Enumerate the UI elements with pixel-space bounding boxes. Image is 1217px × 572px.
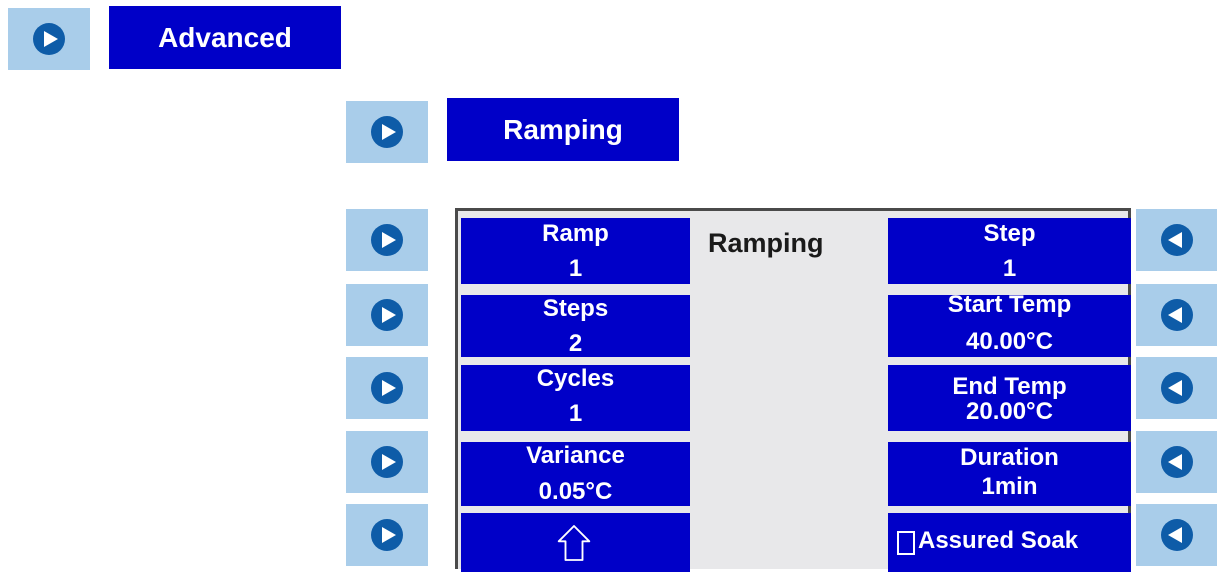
play-right-icon: [371, 519, 403, 551]
start-temp-value: 40.00°C: [966, 328, 1053, 355]
variance-field[interactable]: Variance 0.05°C: [461, 442, 690, 506]
play-left-icon: [1160, 224, 1193, 256]
cycles-value: 1: [568, 400, 583, 427]
advanced-button-label: Advanced: [158, 21, 292, 53]
duration-field[interactable]: Duration 1min: [888, 442, 1131, 506]
step-field[interactable]: Step 1: [888, 218, 1131, 284]
end-temp-value: 20.00°C: [966, 398, 1053, 425]
duration-value: 1min: [981, 473, 1038, 500]
right-arrow-button-4[interactable]: [1136, 431, 1217, 493]
ramping-screen: Ramping Ramp 1 Steps 2 Cycles 1 Variance…: [455, 208, 1131, 572]
advanced-button[interactable]: Advanced: [109, 6, 341, 69]
home-button[interactable]: [461, 513, 690, 572]
left-arrow-button-2[interactable]: [346, 284, 428, 346]
play-right-icon: [371, 372, 403, 404]
cycles-label: Cycles: [536, 365, 615, 392]
play-right-icon: [371, 299, 403, 331]
assured-soak-toggle[interactable]: Assured Soak: [888, 513, 1131, 572]
steps-value: 2: [568, 330, 583, 357]
advanced-play-button[interactable]: [8, 8, 90, 70]
left-arrow-button-1[interactable]: [346, 209, 428, 271]
play-left-icon: [1160, 372, 1193, 404]
assured-soak-label: Assured Soak: [918, 527, 1079, 554]
play-right-icon: [371, 446, 403, 478]
ramping-button-label: Ramping: [503, 113, 623, 145]
start-temp-field[interactable]: Start Temp 40.00°C: [888, 291, 1131, 357]
ramping-button[interactable]: Ramping: [447, 98, 679, 161]
ramping-play-button[interactable]: [346, 101, 428, 163]
play-right-icon: [371, 116, 403, 148]
cycles-field[interactable]: Cycles 1: [461, 365, 690, 431]
variance-label: Variance: [526, 442, 625, 469]
left-arrow-button-5[interactable]: [346, 504, 428, 566]
play-right-icon: [33, 23, 65, 55]
right-arrow-button-3[interactable]: [1136, 357, 1217, 419]
right-arrow-button-2[interactable]: [1136, 284, 1217, 346]
home-arrow-up-icon: [557, 525, 591, 561]
right-arrow-button-1[interactable]: [1136, 209, 1217, 271]
right-arrow-button-5[interactable]: [1136, 504, 1217, 566]
step-label: Step: [983, 220, 1036, 247]
left-arrow-button-4[interactable]: [346, 431, 428, 493]
step-value: 1: [1002, 255, 1017, 282]
assured-soak-checkbox[interactable]: [897, 531, 915, 555]
ramp-field[interactable]: Ramp 1: [461, 218, 690, 284]
ramp-label: Ramp: [542, 220, 609, 247]
steps-field[interactable]: Steps 2: [461, 295, 690, 357]
duration-label: Duration: [960, 444, 1059, 471]
play-left-icon: [1160, 446, 1193, 478]
play-left-icon: [1160, 519, 1193, 551]
variance-value: 0.05°C: [538, 478, 613, 505]
left-arrow-button-3[interactable]: [346, 357, 428, 419]
ramp-value: 1: [568, 255, 583, 282]
play-right-icon: [371, 224, 403, 256]
play-left-icon: [1160, 299, 1193, 331]
screen-title: Ramping: [708, 228, 824, 258]
steps-label: Steps: [542, 295, 609, 322]
start-temp-label: Start Temp: [947, 291, 1072, 318]
end-temp-label: End Temp: [952, 373, 1067, 400]
end-temp-field[interactable]: End Temp 20.00°C: [888, 365, 1131, 431]
